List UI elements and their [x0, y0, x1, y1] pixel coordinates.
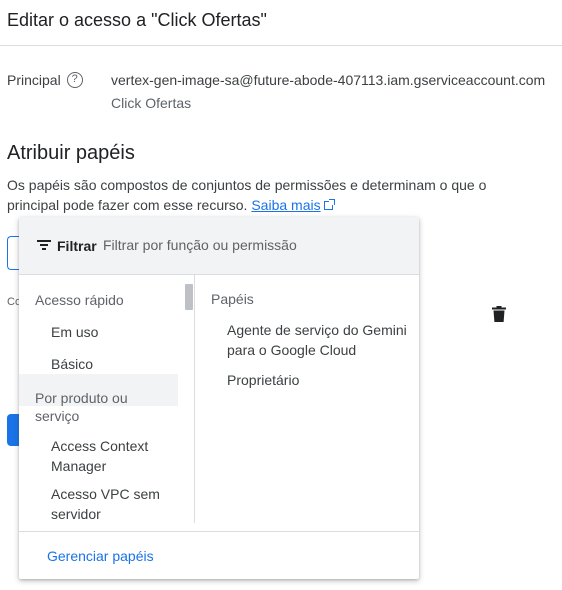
principal-email: vertex-gen-image-sa@future-abode-407113.…	[111, 72, 546, 88]
role-option-owner[interactable]: Proprietário	[227, 370, 417, 390]
assign-roles-heading: Atribuir papéis	[7, 142, 135, 164]
category-scrollbar[interactable]	[185, 284, 193, 310]
role-picker-dropdown: Filtrar Acesso rápido Em uso Básico Por …	[19, 217, 419, 579]
category-option-in-use[interactable]: Em uso	[51, 322, 181, 342]
external-link-icon	[323, 199, 335, 210]
dialog-title: Editar o acesso a "Click Ofertas"	[7, 10, 267, 30]
principal-label-row: Principal ?	[7, 72, 83, 88]
help-icon[interactable]: ?	[66, 72, 83, 88]
manage-roles-link[interactable]: Gerenciar papéis	[47, 548, 154, 564]
header-divider	[0, 45, 562, 46]
learn-more-link[interactable]: Saiba mais	[251, 197, 320, 213]
roles-list: Papéis Agente de serviço do Gemini para …	[195, 275, 419, 523]
filter-label: Filtrar	[57, 238, 97, 254]
filter-bar: Filtrar	[19, 217, 419, 275]
footer-divider	[19, 531, 419, 532]
group-heading-quick-access: Acesso rápido	[35, 292, 124, 308]
principal-label: Principal	[7, 72, 61, 88]
category-option-basic[interactable]: Básico	[51, 354, 181, 374]
group-heading-by-product: Por produto ou serviço	[35, 390, 128, 424]
category-list: Acesso rápido Em uso Básico Por produto …	[19, 275, 195, 523]
description-text: Os papéis são compostos de conjuntos de …	[7, 177, 487, 213]
add-role-button[interactable]	[7, 414, 19, 446]
assign-roles-description: Os papéis são compostos de conjuntos de …	[7, 175, 527, 215]
role-option-gemini-service-agent[interactable]: Agente de serviço do Gemini para o Googl…	[227, 320, 417, 360]
category-option-serverless-vpc[interactable]: Acesso VPC sem servidor	[51, 484, 181, 523]
filter-icon	[37, 240, 51, 250]
category-option-access-context-manager[interactable]: Access Context Manager	[51, 436, 181, 476]
roles-heading: Papéis	[211, 291, 254, 307]
filter-input[interactable]	[103, 234, 403, 256]
trash-icon[interactable]	[492, 306, 506, 322]
principal-project: Click Ofertas	[111, 95, 192, 111]
